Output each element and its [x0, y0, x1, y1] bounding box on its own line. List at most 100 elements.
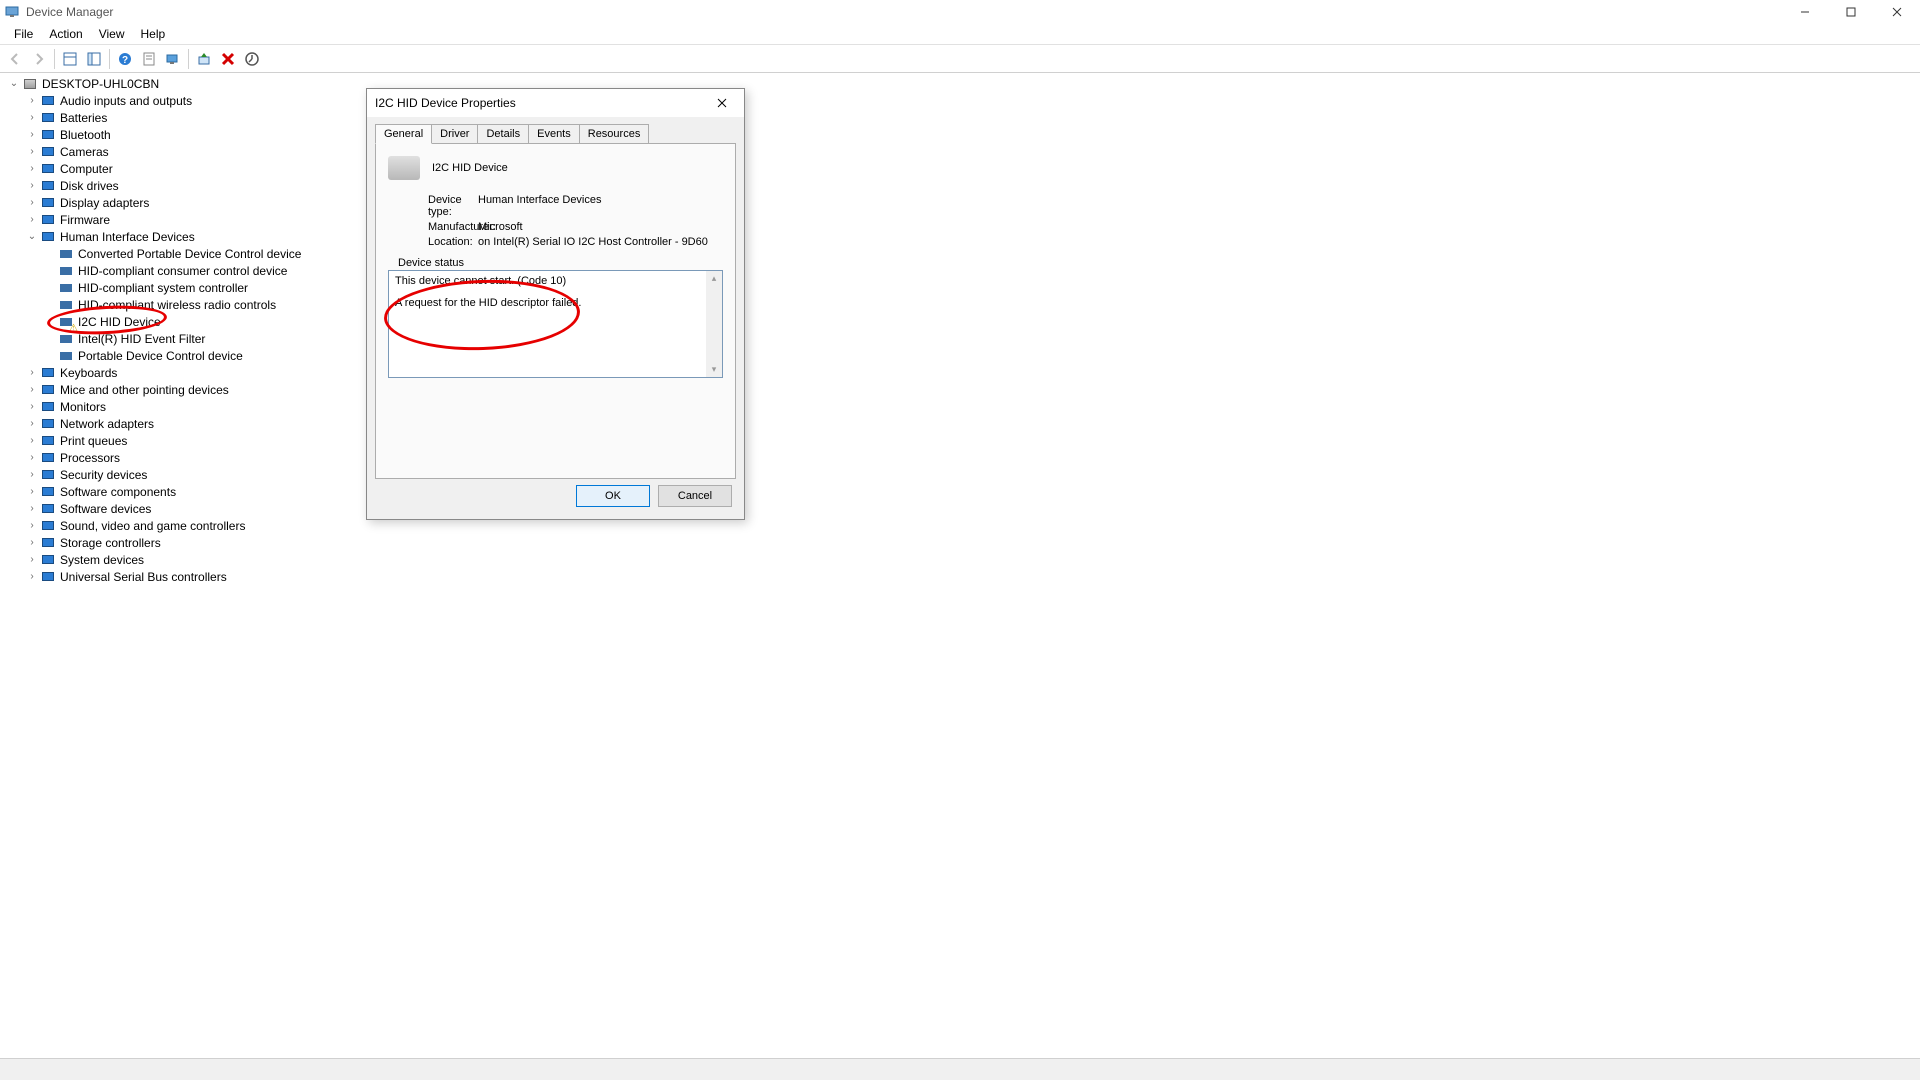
tree-group[interactable]: ›Network adapters	[6, 415, 1914, 432]
tree-group[interactable]: ›Sound, video and game controllers	[6, 517, 1914, 534]
expander-icon[interactable]: ›	[24, 503, 40, 514]
tree-group[interactable]: ›Monitors	[6, 398, 1914, 415]
expander-icon[interactable]: ›	[24, 163, 40, 174]
dialog-close-button[interactable]	[708, 93, 736, 113]
scroll-down-icon[interactable]: ▾	[712, 364, 717, 375]
expander-icon[interactable]: ›	[24, 469, 40, 480]
expander-icon[interactable]: ›	[24, 180, 40, 191]
properties-button-2[interactable]	[83, 48, 105, 70]
tab-events[interactable]: Events	[528, 124, 580, 144]
tree-group[interactable]: ›Cameras	[6, 143, 1914, 160]
tree-group[interactable]: ›Software components	[6, 483, 1914, 500]
category-icon	[40, 161, 56, 177]
maximize-button[interactable]	[1828, 0, 1874, 23]
menu-view[interactable]: View	[91, 25, 133, 43]
tree-device[interactable]: Converted Portable Device Control device	[6, 245, 1914, 262]
help-button[interactable]: ?	[114, 48, 136, 70]
minimize-button[interactable]	[1782, 0, 1828, 23]
tree-group[interactable]: ›Disk drives	[6, 177, 1914, 194]
forward-button[interactable]	[28, 48, 50, 70]
group-label: Audio inputs and outputs	[60, 94, 192, 108]
tab-driver[interactable]: Driver	[431, 124, 478, 144]
scroll-up-icon[interactable]: ▴	[712, 273, 717, 284]
tree-group[interactable]: › Audio inputs and outputs	[6, 92, 1914, 109]
tree-device[interactable]: Portable Device Control device	[6, 347, 1914, 364]
category-icon	[40, 178, 56, 194]
tab-general[interactable]: General	[375, 124, 432, 144]
device-tree[interactable]: ⌄ DESKTOP-UHL0CBN › Audio inputs and outp…	[0, 73, 1920, 1058]
group-label: Batteries	[60, 111, 107, 125]
disable-button[interactable]	[241, 48, 263, 70]
show-hide-console-button[interactable]	[59, 48, 81, 70]
tree-group[interactable]: ›Universal Serial Bus controllers	[6, 568, 1914, 585]
expander-icon[interactable]: ›	[24, 520, 40, 531]
group-label: Security devices	[60, 468, 147, 482]
expander-icon[interactable]: ›	[24, 486, 40, 497]
expander-icon[interactable]: ›	[24, 452, 40, 463]
tree-group[interactable]: ›Mice and other pointing devices	[6, 381, 1914, 398]
tree-group[interactable]: ›Storage controllers	[6, 534, 1914, 551]
tree-group[interactable]: ⌄Human Interface Devices	[6, 228, 1914, 245]
expander-icon[interactable]: ›	[24, 571, 40, 582]
tree-device[interactable]: HID-compliant wireless radio controls	[6, 296, 1914, 313]
back-button[interactable]	[4, 48, 26, 70]
ok-button[interactable]: OK	[576, 485, 650, 507]
tree-group[interactable]: › Security devices	[6, 466, 1914, 483]
expander-icon[interactable]: ›	[24, 554, 40, 565]
manufacturer-value: Microsoft	[478, 221, 723, 233]
expander-icon[interactable]: ⌄	[24, 231, 40, 242]
tab-details[interactable]: Details	[477, 124, 529, 144]
close-button[interactable]	[1874, 0, 1920, 23]
tab-resources[interactable]: Resources	[579, 124, 650, 144]
tree-device[interactable]: HID-compliant system controller	[6, 279, 1914, 296]
expander-icon[interactable]: ›	[24, 95, 40, 106]
category-icon	[40, 552, 56, 568]
menu-action[interactable]: Action	[41, 25, 90, 43]
tree-group[interactable]: ›Keyboards	[6, 364, 1914, 381]
tree-group[interactable]: ›Processors	[6, 449, 1914, 466]
expander-icon[interactable]: ›	[24, 197, 40, 208]
toolbar-sep	[54, 49, 55, 69]
expander-icon[interactable]: ›	[24, 384, 40, 395]
menu-help[interactable]: Help	[133, 25, 174, 43]
tree-group[interactable]: › Display adapters	[6, 194, 1914, 211]
device-icon	[58, 314, 74, 330]
window-title: Device Manager	[26, 5, 113, 19]
expander-icon[interactable]: ›	[24, 214, 40, 225]
expander-icon[interactable]: ›	[24, 418, 40, 429]
uninstall-button[interactable]	[217, 48, 239, 70]
expander-icon[interactable]: ›	[24, 537, 40, 548]
tree-group[interactable]: › Batteries	[6, 109, 1914, 126]
device-status-textbox[interactable]: This device cannot start. (Code 10) A re…	[388, 270, 723, 378]
category-icon	[40, 518, 56, 534]
status-scrollbar[interactable]: ▴ ▾	[706, 271, 722, 377]
cancel-button[interactable]: Cancel	[658, 485, 732, 507]
tree-group[interactable]: ›Computer	[6, 160, 1914, 177]
tree-group[interactable]: ›System devices	[6, 551, 1914, 568]
expander-icon[interactable]: ⌄	[6, 78, 22, 89]
expander-icon[interactable]: ›	[24, 129, 40, 140]
tree-device[interactable]: I2C HID Device	[6, 313, 1914, 330]
expander-icon[interactable]: ›	[24, 146, 40, 157]
scan-hardware-button[interactable]	[162, 48, 184, 70]
device-type-label: Device type:	[388, 194, 478, 218]
tree-device[interactable]: Intel(R) HID Event Filter	[6, 330, 1914, 347]
dialog-titlebar: I2C HID Device Properties	[367, 89, 744, 117]
tree-group[interactable]: ›Firmware	[6, 211, 1914, 228]
tree-root[interactable]: ⌄ DESKTOP-UHL0CBN	[6, 75, 1914, 92]
tree-group[interactable]: ›Software devices	[6, 500, 1914, 517]
menu-file[interactable]: File	[6, 25, 41, 43]
update-driver-button[interactable]	[193, 48, 215, 70]
properties-button[interactable]	[138, 48, 160, 70]
category-icon	[40, 382, 56, 398]
expander-icon[interactable]: ›	[24, 435, 40, 446]
tree-device[interactable]: HID-compliant consumer control device	[6, 262, 1914, 279]
tree-group[interactable]: ›Bluetooth	[6, 126, 1914, 143]
category-icon	[40, 501, 56, 517]
expander-icon[interactable]: ›	[24, 112, 40, 123]
expander-icon[interactable]: ›	[24, 401, 40, 412]
tree-group[interactable]: ›Print queues	[6, 432, 1914, 449]
expander-icon[interactable]: ›	[24, 367, 40, 378]
category-icon	[40, 569, 56, 585]
group-label: Display adapters	[60, 196, 149, 210]
